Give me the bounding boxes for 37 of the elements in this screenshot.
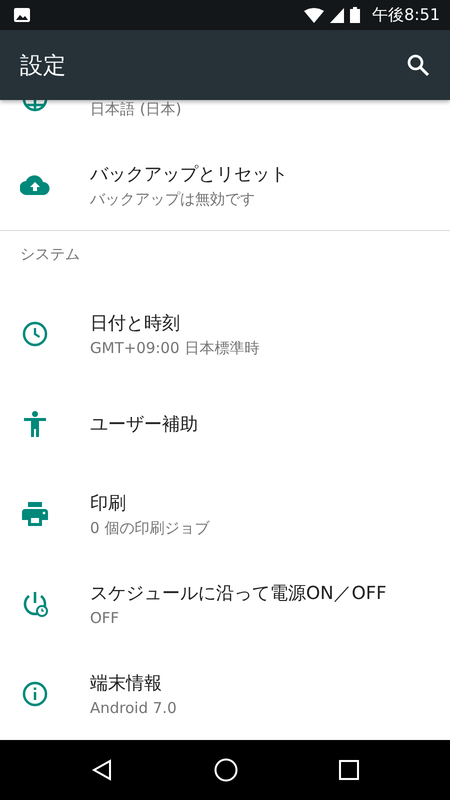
item-summary: OFF — [90, 609, 120, 627]
item-title: 印刷 — [90, 492, 127, 514]
item-title: 端末情報 — [90, 672, 163, 695]
clock-icon — [22, 321, 48, 347]
item-summary: GMT+09:00 日本標準時 — [90, 338, 260, 358]
item-title: 日付と時刻 — [90, 312, 181, 334]
settings-item[interactable]: バックアップとリセット バックアップは無効です — [0, 140, 450, 230]
item-title: スケジュールに沿って電源ON／OFF — [90, 582, 387, 605]
settings-item[interactable]: 端末情報 Android 7.0 — [0, 649, 450, 739]
item-summary: 0 個の印刷ジョブ — [90, 518, 210, 538]
settings-item[interactable]: ユーザー補助 — [0, 379, 450, 469]
power-timer-icon — [22, 591, 48, 617]
printer-icon — [22, 502, 48, 526]
clock-time: 午後8:51 — [372, 4, 440, 26]
section-header: システム — [19, 244, 81, 265]
settings-item[interactable]: 印刷 0 個の印刷ジョブ — [0, 469, 450, 559]
battery-icon — [350, 7, 360, 23]
globe-icon — [22, 100, 48, 112]
cloud-upload-icon — [20, 175, 50, 195]
screen-title: 設定 — [20, 52, 66, 80]
back-icon[interactable] — [90, 759, 113, 781]
settings-item[interactable]: スケジュールに沿って電源ON／OFF OFF — [0, 559, 450, 649]
image-icon — [14, 8, 30, 22]
item-summary: 日本語 (日本) — [90, 100, 182, 119]
search-icon[interactable] — [406, 53, 430, 77]
signal-icon — [330, 8, 344, 22]
item-title: バックアップとリセット — [90, 162, 288, 186]
settings-item[interactable]: 日本語 (日本) — [0, 100, 450, 140]
info-icon — [22, 681, 48, 707]
item-summary: Android 7.0 — [90, 699, 177, 717]
recents-icon[interactable] — [339, 760, 360, 780]
wifi-icon — [304, 8, 324, 22]
accessibility-icon — [24, 411, 46, 437]
item-title: ユーザー補助 — [90, 413, 198, 436]
item-summary: バックアップは無効です — [90, 190, 256, 208]
home-icon[interactable] — [214, 758, 238, 782]
settings-item[interactable]: 日付と時刻 GMT+09:00 日本標準時 — [0, 289, 450, 379]
